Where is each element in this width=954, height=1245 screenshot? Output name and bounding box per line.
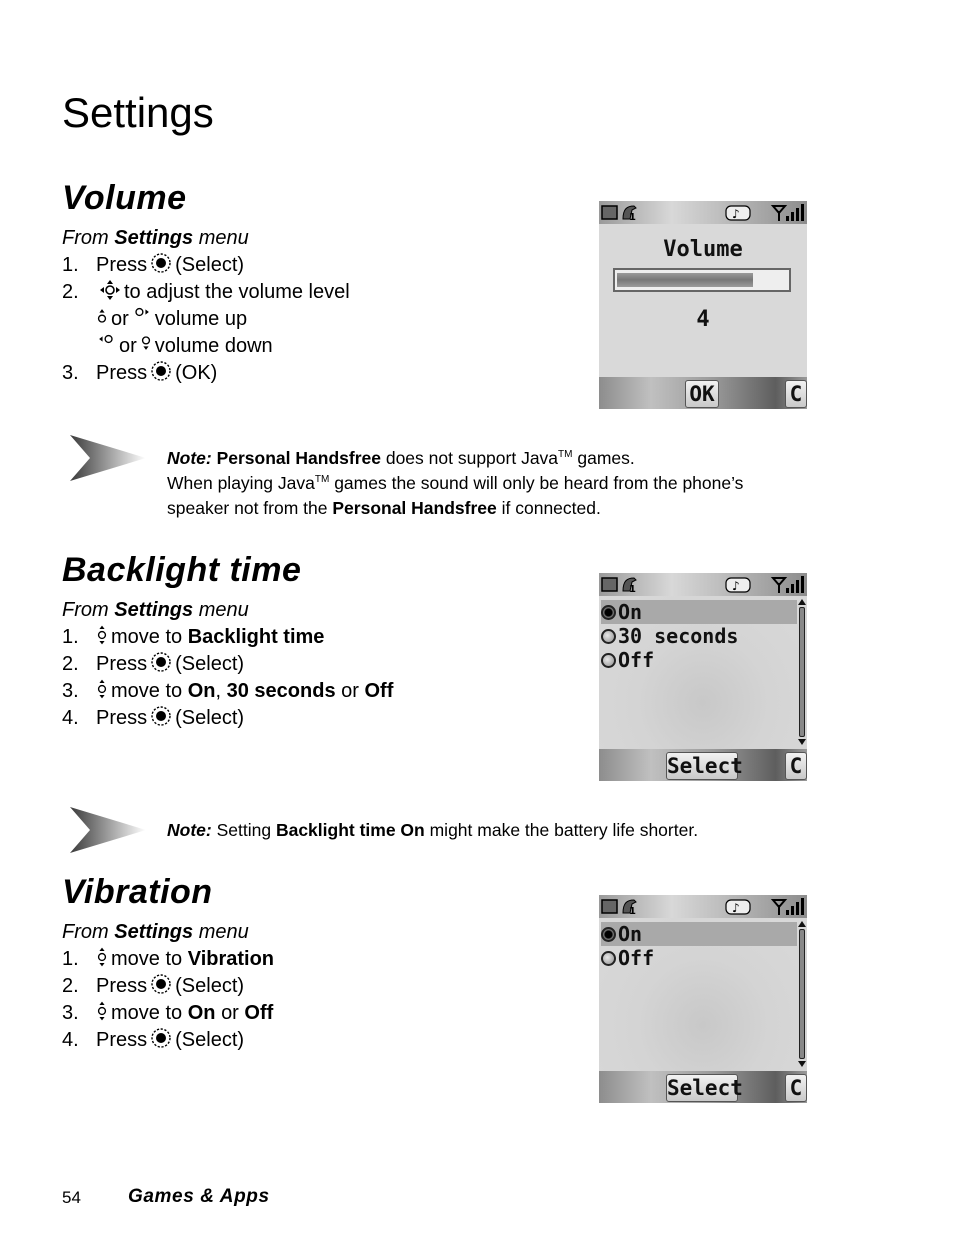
backlight-note: Note: Setting Backlight time On might ma… [167,820,699,840]
radio-unselected-icon [601,628,616,644]
scroll-down-icon [798,1061,806,1067]
step-2: 2. Press (Select) [62,651,245,675]
clear-softkey[interactable]: C [785,380,807,408]
volume-phone-screen: Volume 4 OK C [599,201,807,409]
radio-selected-icon [601,926,616,942]
select-softkey[interactable]: Select [666,752,743,780]
option-on[interactable]: On [601,922,797,946]
step-2: 2. to adjust the volume level [62,279,350,303]
screen-heading: Volume [663,237,743,262]
volume-level: 4 [696,307,710,332]
nav-left-icon [96,333,116,345]
volume-note: Note: Personal Handsfree does not suppor… [167,448,744,518]
option-on[interactable]: On [601,600,797,624]
step-4: 4. Press (Select) [62,1027,245,1051]
backlight-phone-screen: On 30 seconds Off Select C [599,573,807,781]
step-2-volume-up: or volume up [62,306,522,333]
clear-softkey[interactable]: C [785,752,807,780]
ok-softkey[interactable]: OK [685,380,719,408]
nav-down-icon [140,333,152,353]
step-2-volume-down: or volume down [62,333,522,360]
clear-softkey[interactable]: C [785,1074,807,1102]
page-number: 54 [62,1188,81,1207]
step-1: 1. Press (Select) [62,252,245,276]
step-3: 3. move to On, 30 seconds or Off [62,678,394,702]
radio-unselected-icon [601,950,616,966]
nav-up-down-icon [96,946,108,968]
nav-up-icon [96,306,108,326]
nav-up-down-icon [96,624,108,646]
soft-key-bar: Select C [599,749,807,781]
nav-right-icon [132,306,152,318]
select-key-icon [150,1027,172,1049]
radio-selected-icon [601,604,616,620]
status-bar [599,895,807,918]
volume-bar-fill [617,273,753,287]
select-key-icon [150,252,172,274]
scroll-up-icon [798,921,806,927]
from-settings-menu: From Settings menu [62,227,249,249]
note-arrow-icon [68,805,148,855]
backlight-steps: From Settings menu 1. move to Backlight … [62,597,522,732]
select-softkey[interactable]: Select [666,1074,743,1102]
select-key-icon [150,973,172,995]
soft-key-bar: Select C [599,1071,807,1103]
from-settings-menu: From Settings menu [62,921,249,943]
select-key-icon [150,360,172,382]
section-title-backlight-time: Backlight time [62,551,302,589]
chapter-title: Games & Apps [128,1186,270,1207]
step-1: 1. move to Backlight time [62,624,325,648]
nav-up-down-icon [96,678,108,700]
nav-up-down-icon [96,1000,108,1022]
note-arrow-icon [68,433,148,483]
navigation-key-icon [99,279,121,301]
soft-key-bar: OK C [599,377,807,409]
scrollbar[interactable] [798,599,806,745]
volume-steps: From Settings menu 1. Press (Select) 2. … [62,225,522,387]
step-3: 3. Press (OK) [62,360,218,384]
status-bar [599,573,807,596]
scroll-down-icon [798,739,806,745]
option-off[interactable]: Off [601,946,797,970]
status-bar [599,201,807,224]
scrollbar[interactable] [798,921,806,1067]
step-3: 3. move to On or Off [62,1000,274,1024]
page-title: Settings [62,89,214,136]
step-4: 4. Press (Select) [62,705,245,729]
step-2: 2. Press (Select) [62,973,245,997]
vibration-phone-screen: On Off Select C [599,895,807,1103]
radio-unselected-icon [601,652,616,668]
section-title-volume: Volume [62,179,187,217]
vibration-steps: From Settings menu 1. move to Vibration … [62,919,522,1054]
select-key-icon [150,651,172,673]
option-off[interactable]: Off [601,648,797,672]
from-settings-menu: From Settings menu [62,599,249,621]
volume-bar [613,268,791,292]
select-key-icon [150,705,172,727]
step-1: 1. move to Vibration [62,946,275,970]
option-30-seconds[interactable]: 30 seconds [601,624,797,648]
scroll-up-icon [798,599,806,605]
section-title-vibration: Vibration [62,873,213,911]
